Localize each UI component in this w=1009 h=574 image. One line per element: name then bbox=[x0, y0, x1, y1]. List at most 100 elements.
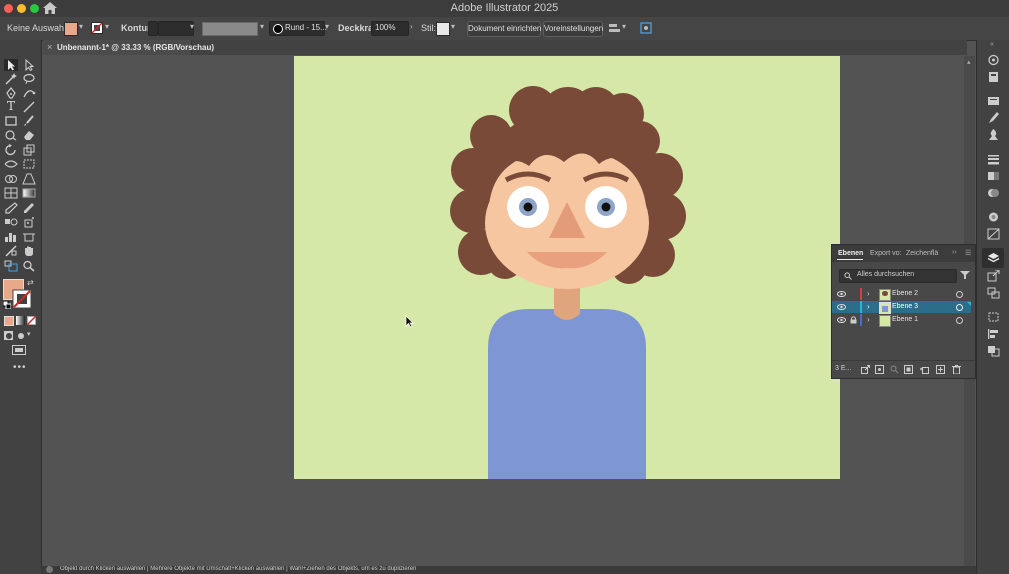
appearance-panel-icon[interactable] bbox=[987, 211, 1000, 223]
shaper-tool-icon[interactable] bbox=[4, 129, 18, 141]
trash-icon[interactable] bbox=[952, 365, 961, 374]
magic-wand-icon[interactable] bbox=[4, 73, 18, 85]
mesh-tool-icon[interactable] bbox=[4, 187, 18, 199]
layer-row-ebene-2[interactable]: › Ebene 2 bbox=[832, 288, 971, 301]
visibility-eye-icon[interactable] bbox=[837, 291, 846, 297]
slice-tool-icon[interactable] bbox=[4, 245, 18, 257]
stroke-dropdown-icon[interactable]: ▾ bbox=[105, 23, 113, 31]
libraries-panel-icon[interactable] bbox=[987, 71, 1000, 83]
screen-mode-icon[interactable] bbox=[12, 345, 26, 355]
visibility-eye-icon[interactable] bbox=[837, 317, 846, 323]
expand-chevron-icon[interactable]: › bbox=[867, 302, 870, 311]
properties-panel-icon[interactable] bbox=[987, 54, 1000, 66]
dock-collapse-icon[interactable]: « bbox=[990, 41, 994, 48]
type-tool-icon[interactable]: T bbox=[4, 100, 18, 112]
width-tool-icon[interactable] bbox=[4, 158, 18, 170]
expand-chevron-icon[interactable]: › bbox=[867, 315, 870, 324]
lock-icon[interactable] bbox=[850, 316, 857, 324]
selection-tool-icon[interactable] bbox=[4, 59, 18, 71]
deckkraft-field[interactable]: 100% bbox=[371, 21, 409, 36]
artboards-panel-icon[interactable] bbox=[987, 287, 1000, 299]
gradient-panel-icon[interactable] bbox=[987, 170, 1000, 182]
export-panel-icon[interactable] bbox=[987, 270, 1000, 282]
expand-chevron-icon[interactable]: › bbox=[867, 289, 870, 298]
lasso-tool-icon[interactable] bbox=[22, 73, 36, 85]
align-dropdown-icon[interactable]: ▾ bbox=[622, 23, 630, 31]
stroke-color-swatch[interactable] bbox=[12, 289, 32, 309]
document-setup-button[interactable]: Dokument einrichten bbox=[467, 21, 541, 37]
artboard[interactable] bbox=[294, 56, 840, 479]
panel-collapse-icon[interactable]: ›› bbox=[952, 249, 957, 256]
pen-tool-icon[interactable] bbox=[4, 87, 18, 99]
preferences-button[interactable]: Voreinstellungen bbox=[543, 21, 603, 37]
swap-fill-stroke-icon[interactable]: ⇄ bbox=[27, 278, 34, 287]
locate-object-icon[interactable] bbox=[875, 365, 884, 374]
blend-tool-icon[interactable] bbox=[4, 216, 18, 228]
more-tools-icon[interactable]: ••• bbox=[13, 362, 27, 373]
clipping-mask-icon[interactable] bbox=[904, 365, 913, 374]
measure-tool-icon[interactable] bbox=[22, 202, 36, 214]
layer-name[interactable]: Ebene 3 bbox=[892, 303, 918, 310]
fill-dropdown-icon[interactable]: ▾ bbox=[79, 23, 87, 31]
variable-width-profile[interactable] bbox=[202, 22, 258, 36]
column-graph-tool-icon[interactable] bbox=[4, 231, 18, 243]
layers-panel-button[interactable] bbox=[982, 248, 1004, 268]
fill-swatch[interactable] bbox=[64, 22, 78, 36]
align-icon[interactable] bbox=[609, 23, 621, 34]
character-illustration[interactable] bbox=[294, 56, 840, 479]
gradient-tool-icon[interactable] bbox=[22, 187, 36, 199]
rectangle-tool-icon[interactable] bbox=[4, 115, 18, 127]
zoom-tool-icon[interactable] bbox=[22, 260, 36, 272]
tab-asset-export[interactable]: Export vo: bbox=[870, 250, 902, 257]
draw-behind-icon[interactable] bbox=[17, 331, 26, 340]
filter-icon[interactable] bbox=[960, 270, 970, 280]
tab-artboards[interactable]: Zeichenflä bbox=[906, 250, 938, 257]
tab-layers[interactable]: Ebenen bbox=[838, 250, 863, 257]
document-tab[interactable]: × Unbenannt-1* @ 33.33 % (RGB/Vorschau) bbox=[43, 40, 214, 55]
scale-tool-icon[interactable] bbox=[22, 144, 36, 156]
align-panel-icon[interactable] bbox=[987, 328, 1000, 340]
gradient-mode-icon[interactable] bbox=[16, 316, 25, 325]
eyedropper-tool-icon[interactable] bbox=[4, 202, 18, 214]
close-tab-icon[interactable]: × bbox=[47, 42, 52, 52]
layer-row-ebene-3[interactable]: › Ebene 3 bbox=[832, 301, 971, 314]
kontur-stepper[interactable] bbox=[148, 21, 158, 36]
layer-name[interactable]: Ebene 1 bbox=[892, 316, 918, 323]
line-tool-icon[interactable] bbox=[22, 101, 36, 113]
new-layer-icon[interactable] bbox=[936, 365, 945, 374]
target-circle-icon[interactable] bbox=[956, 317, 963, 324]
style-dropdown-icon[interactable]: ▾ bbox=[451, 23, 459, 31]
layers-search-field[interactable]: Alles durchsuchen bbox=[839, 269, 957, 283]
free-transform-tool-icon[interactable] bbox=[22, 158, 36, 170]
style-swatch[interactable] bbox=[436, 22, 450, 36]
search-layers-icon[interactable] bbox=[890, 365, 899, 374]
pathfinder-panel-icon[interactable] bbox=[987, 345, 1000, 357]
visibility-eye-icon[interactable] bbox=[837, 304, 846, 310]
deckkraft-chevron-icon[interactable]: › bbox=[410, 23, 418, 31]
default-colors-icon[interactable] bbox=[3, 301, 11, 309]
new-sublayer-icon[interactable] bbox=[920, 365, 929, 374]
transparency-panel-icon[interactable] bbox=[987, 187, 1000, 199]
scroll-up-icon[interactable]: ▴ bbox=[967, 58, 971, 66]
stroke-none-icon[interactable] bbox=[91, 22, 103, 34]
stroke-panel-icon[interactable] bbox=[987, 153, 1000, 165]
layer-row-ebene-1[interactable]: › Ebene 1 bbox=[832, 314, 971, 327]
hand-tool-icon[interactable] bbox=[22, 245, 36, 257]
kontur-width-field[interactable] bbox=[158, 21, 194, 36]
print-tiling-icon[interactable] bbox=[4, 260, 18, 272]
artboard-tool-icon[interactable] bbox=[22, 231, 36, 243]
draw-mode-dropdown-icon[interactable]: ▾ bbox=[27, 330, 31, 338]
direct-selection-tool-icon[interactable] bbox=[22, 59, 36, 71]
target-circle-icon[interactable] bbox=[956, 291, 963, 298]
brush-tool-icon[interactable] bbox=[22, 115, 36, 127]
brushes-panel-icon[interactable] bbox=[987, 112, 1000, 124]
symbols-panel-icon[interactable] bbox=[987, 129, 1000, 141]
transform-panel-icon[interactable] bbox=[987, 311, 1000, 323]
perspective-grid-icon[interactable] bbox=[22, 173, 36, 185]
draw-normal-icon[interactable] bbox=[4, 331, 13, 340]
color-mode-icon[interactable] bbox=[4, 316, 14, 326]
target-circle-icon[interactable] bbox=[956, 304, 963, 311]
shape-builder-tool-icon[interactable] bbox=[4, 173, 18, 185]
collect-for-export-icon[interactable] bbox=[861, 365, 870, 374]
symbol-sprayer-icon[interactable] bbox=[22, 216, 36, 228]
